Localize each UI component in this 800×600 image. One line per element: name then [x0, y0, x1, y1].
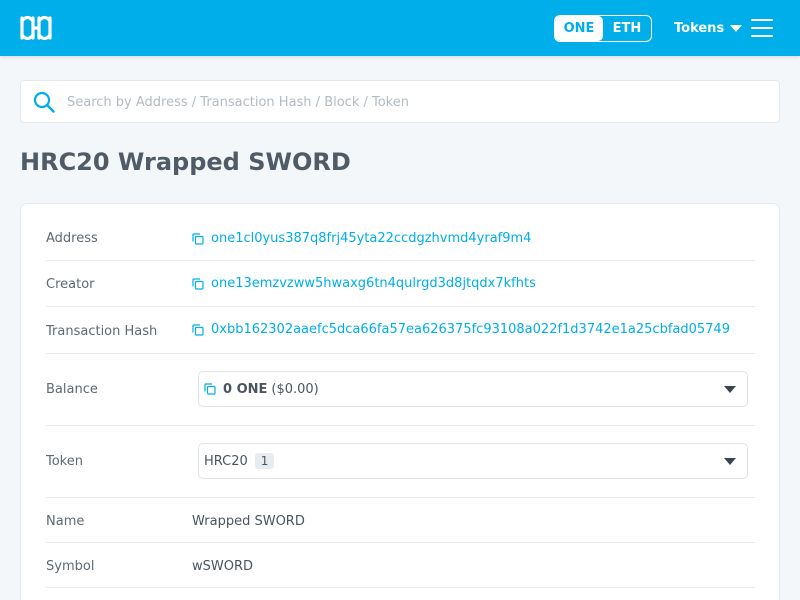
tokens-menu-label: Tokens — [674, 20, 725, 36]
chevron-down-icon — [730, 24, 743, 32]
detail-row-token: Token HRC20 1 — [46, 426, 755, 498]
detail-row-creator: Creator one13emzvzww5hwaxg6tn4qulrgd3d8j… — [46, 261, 755, 307]
network-option-eth[interactable]: ETH — [603, 16, 651, 41]
chevron-down-icon — [724, 386, 736, 393]
copy-icon[interactable] — [192, 232, 204, 245]
detail-row-address: Address one1cl0yus387q8frj45yta22ccdgzhv… — [46, 204, 755, 261]
detail-row-transaction-hash: Transaction Hash 0xbb162302aaefc5dca66fa… — [46, 307, 755, 354]
search-icon — [33, 91, 55, 113]
top-navbar: ONE ETH Tokens — [0, 0, 800, 56]
copy-icon[interactable] — [192, 277, 204, 290]
token-count-badge: 1 — [254, 453, 275, 469]
transaction-hash-link[interactable]: 0xbb162302aaefc5dca66fa57ea626375fc93108… — [211, 322, 730, 337]
balance-usd: ($0.00) — [271, 381, 319, 397]
token-type: HRC20 — [204, 453, 248, 469]
balance-amount: 0 ONE — [223, 381, 268, 397]
chevron-down-icon — [724, 458, 736, 465]
detail-row-symbol: Symbol wSWORD — [46, 543, 755, 588]
network-toggle: ONE ETH — [554, 15, 652, 42]
detail-label: Name — [46, 514, 85, 529]
search-bar — [20, 80, 780, 123]
network-option-one[interactable]: ONE — [555, 16, 603, 41]
detail-label: Transaction Hash — [46, 324, 158, 339]
token-symbol-value: wSWORD — [192, 559, 254, 574]
token-details-card: Address one1cl0yus387q8frj45yta22ccdgzhv… — [20, 203, 780, 600]
detail-label: Balance — [46, 382, 98, 397]
hamburger-menu-icon[interactable] — [751, 18, 773, 38]
copy-icon[interactable] — [204, 383, 216, 395]
detail-row-name: Name Wrapped SWORD — [46, 498, 755, 543]
detail-label: Token — [46, 454, 83, 469]
copy-icon[interactable] — [192, 323, 204, 336]
detail-row-balance: Balance 0 ONE ($0.00) — [46, 354, 755, 426]
creator-link[interactable]: one13emzvzww5hwaxg6tn4qulrgd3d8jtqdx7kfh… — [211, 276, 536, 291]
address-link[interactable]: one1cl0yus387q8frj45yta22ccdgzhvmd4yraf9… — [211, 231, 531, 246]
detail-label: Address — [46, 231, 98, 246]
token-dropdown[interactable]: HRC20 1 — [198, 443, 748, 479]
tokens-menu-button[interactable]: Tokens — [674, 18, 743, 38]
token-name-value: Wrapped SWORD — [192, 514, 305, 529]
detail-label: Creator — [46, 277, 95, 292]
page-title: HRC20 Wrapped SWORD — [20, 148, 351, 176]
search-input[interactable] — [67, 87, 767, 117]
balance-dropdown[interactable]: 0 ONE ($0.00) — [198, 371, 748, 407]
detail-label: Symbol — [46, 559, 95, 574]
harmony-logo-icon[interactable] — [19, 12, 53, 44]
